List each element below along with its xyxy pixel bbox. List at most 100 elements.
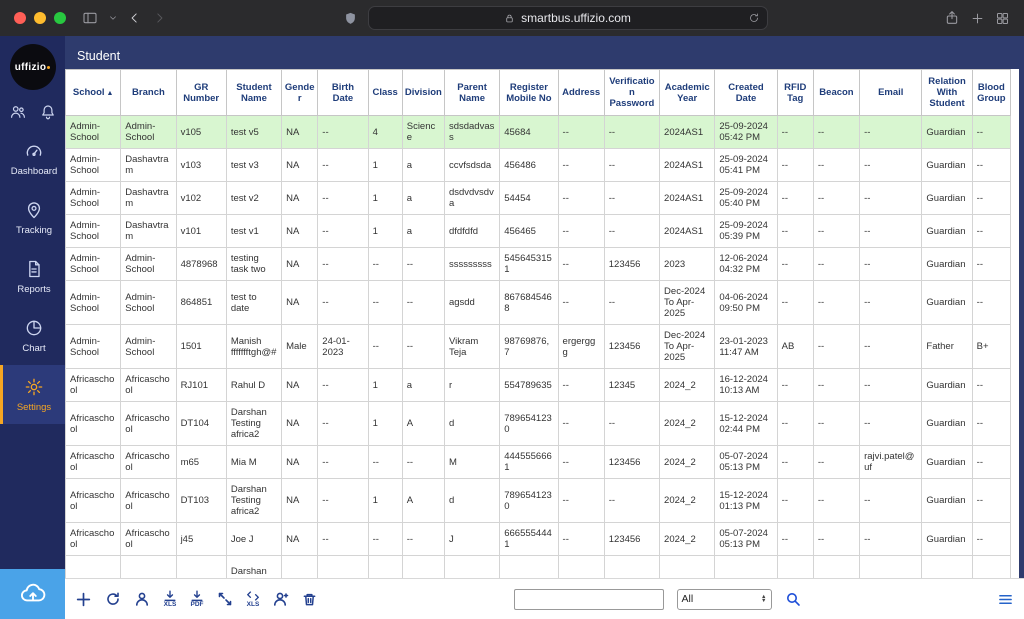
table-row[interactable]: Darshan [66,556,1011,579]
sidebar-toggle-icon[interactable] [82,10,98,26]
app-logo[interactable]: uffizio [10,44,56,90]
cell: Guardian [922,479,972,523]
export-xls-button[interactable]: XLS [163,590,177,608]
notifications-bell-icon[interactable] [39,103,57,121]
column-header[interactable]: Birth Date [318,70,368,116]
sidebar-item-tracking[interactable]: Tracking [0,188,65,247]
cloud-upload-button[interactable] [0,569,65,619]
column-header[interactable]: Branch [121,70,176,116]
chevron-down-icon[interactable] [108,13,118,23]
cell: -- [972,182,1010,215]
cell: NA [282,182,318,215]
cell: -- [860,479,922,523]
column-header[interactable]: Class [368,70,402,116]
column-header[interactable]: Parent Name [444,70,499,116]
sidebar-item-settings[interactable]: Settings [0,365,65,424]
column-header[interactable]: Student Name [226,70,281,116]
column-header[interactable]: Email [860,70,922,116]
cell: Africaschool [66,523,121,556]
import-xls-button[interactable]: XLS [246,590,260,608]
refresh-button[interactable] [105,591,121,607]
url-bar[interactable]: smartbus.uffizio.com [368,6,768,30]
refresh-icon [105,591,121,607]
zoom-window-button[interactable] [54,12,66,24]
shield-icon[interactable] [343,11,358,26]
export-pdf-button[interactable]: PDF [190,590,204,608]
cell: -- [860,325,922,369]
table-row[interactable]: Admin-SchoolDashavtramv102test v2NA--1ad… [66,182,1011,215]
import-students-button[interactable] [134,591,150,607]
delete-button[interactable] [302,592,317,607]
column-header[interactable]: GR Number [176,70,226,116]
column-header[interactable]: Beacon [813,70,859,116]
column-header[interactable]: Created Date [715,70,777,116]
cell: 864851 [176,281,226,325]
column-header[interactable]: Register Mobile No [500,70,558,116]
sidebar-item-label: Dashboard [11,166,57,177]
cell: -- [318,479,368,523]
add-button[interactable] [75,591,92,608]
share-icon[interactable] [944,10,960,26]
cell: -- [558,149,604,182]
column-header[interactable]: Relation With Student [922,70,972,116]
sidebar-item-dashboard[interactable]: Dashboard [0,129,65,188]
column-header[interactable]: RFID Tag [777,70,813,116]
new-tab-icon[interactable] [970,11,985,26]
cell: Guardian [922,116,972,149]
cell: -- [402,523,444,556]
student-icon [134,591,150,607]
column-header[interactable]: Division [402,70,444,116]
cell: -- [860,116,922,149]
cell: -- [777,281,813,325]
cell: 16-12-2024 10:13 AM [715,369,777,402]
users-icon[interactable] [9,103,27,121]
table-row[interactable]: AfricaschoolAfricaschoolRJ101Rahul DNA--… [66,369,1011,402]
table-row[interactable]: Admin-SchoolAdmin-Schoolv105test v5NA--4… [66,116,1011,149]
column-header[interactable]: Blood Group [972,70,1010,116]
search-input[interactable] [514,589,664,610]
close-window-button[interactable] [14,12,26,24]
cell: Guardian [922,369,972,402]
table-row[interactable]: AfricaschoolAfricaschoolDT104Darshan Tes… [66,402,1011,446]
sidebar-item-reports[interactable]: Reports [0,247,65,306]
table-row[interactable]: Admin-SchoolAdmin-School864851test to da… [66,281,1011,325]
tab-overview-icon[interactable] [995,11,1010,26]
back-icon[interactable] [128,11,142,25]
sidebar-item-chart[interactable]: Chart [0,306,65,365]
search-button[interactable] [785,591,801,607]
table-row[interactable]: AfricaschoolAfricaschoolm65Mia MNA------… [66,446,1011,479]
forward-icon[interactable] [152,11,166,25]
table-row[interactable]: AfricaschoolAfricaschoolDT103Darshan Tes… [66,479,1011,523]
sidebar-top-icons [9,103,57,121]
column-header[interactable]: Gender [282,70,318,116]
cell [604,556,659,579]
cell: 05-07-2024 05:13 PM [715,523,777,556]
cell: ergerggg [558,325,604,369]
cell: -- [813,116,859,149]
table-row[interactable]: Admin-SchoolDashavtramv103test v3NA--1ac… [66,149,1011,182]
page-title: Student [65,36,1024,69]
menu-button[interactable] [997,592,1014,607]
column-header[interactable]: School ▲ [66,70,121,116]
cell: -- [318,149,368,182]
filter-select[interactable]: All ▲▼ [677,589,772,610]
table-row[interactable]: Admin-SchoolAdmin-School1501Manish fffff… [66,325,1011,369]
reload-icon[interactable] [748,12,760,24]
cell: 123456 [604,446,659,479]
minimize-window-button[interactable] [34,12,46,24]
column-header[interactable]: Verification Password [604,70,659,116]
add-guardian-button[interactable] [273,591,289,607]
cell: 4445556661 [500,446,558,479]
cell: -- [972,446,1010,479]
column-header[interactable]: Address [558,70,604,116]
filter-selected-value: All [682,593,758,605]
cell: -- [813,281,859,325]
trash-icon [302,592,317,607]
transfer-button[interactable] [217,591,233,607]
cell: Darshan Testing africa2 [226,479,281,523]
table-row[interactable]: AfricaschoolAfricaschoolj45Joe JNA------… [66,523,1011,556]
table-row[interactable]: Admin-SchoolDashavtramv101test v1NA--1ad… [66,215,1011,248]
table-row[interactable]: Admin-SchoolAdmin-School4878968testing t… [66,248,1011,281]
cell [715,556,777,579]
column-header[interactable]: Academic Year [660,70,715,116]
